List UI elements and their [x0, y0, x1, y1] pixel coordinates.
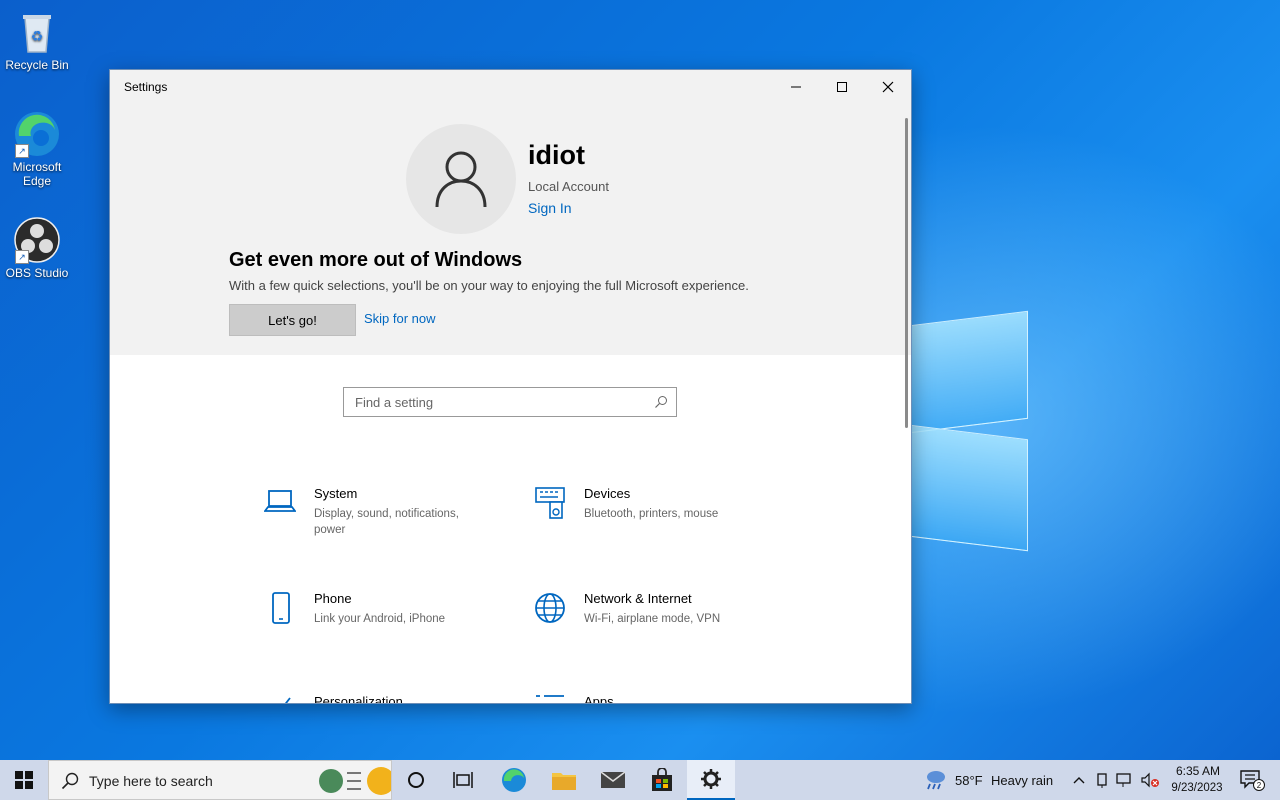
person-icon	[435, 151, 487, 208]
network-icon	[1116, 773, 1131, 787]
cortana-icon	[408, 772, 424, 788]
maximize-button[interactable]	[819, 70, 865, 104]
store-icon	[652, 768, 672, 791]
category-description: Wi-Fi, airplane mode, VPN	[584, 613, 721, 625]
globe-icon	[535, 593, 565, 623]
cortana-button[interactable]	[393, 760, 439, 800]
laptop-icon	[264, 490, 296, 512]
apps-list-icon	[536, 695, 564, 697]
keyboard-speaker-icon	[535, 487, 565, 519]
edge-icon	[502, 768, 526, 792]
phone-icon	[272, 592, 290, 624]
windows-start-icon	[15, 771, 33, 789]
account-type: Local Account	[528, 179, 609, 194]
desktop-icon-obs[interactable]: ↗ OBS Studio	[0, 216, 74, 280]
taskbar-file-explorer-button[interactable]	[540, 760, 588, 800]
desktop-icon-recycle-bin[interactable]: ♻ Recycle Bin	[0, 8, 74, 72]
settings-search-input[interactable]: Find a setting	[343, 387, 677, 417]
scrollbar[interactable]	[905, 118, 908, 428]
chevron-up-icon	[1073, 777, 1085, 784]
user-name: idiot	[528, 140, 585, 170]
category-description: Bluetooth, printers, mouse	[584, 508, 719, 520]
desktop-icon-label: Microsoft Edge	[12, 160, 62, 188]
category-title: Apps	[584, 694, 614, 704]
category-title: Network & Internet	[584, 591, 692, 606]
close-button[interactable]	[865, 70, 911, 104]
volume-muted-icon	[1141, 772, 1159, 788]
search-highlight-icon	[319, 767, 391, 795]
taskbar-edge-button[interactable]	[490, 760, 538, 800]
search-icon	[655, 396, 667, 408]
search-icon	[61, 772, 79, 790]
window-title: Settings	[124, 80, 168, 94]
close-icon	[882, 81, 894, 93]
category-description: Link your Android, iPhone	[314, 613, 446, 625]
recycle-bin-icon: ♻	[13, 8, 61, 56]
avatar[interactable]	[406, 124, 516, 234]
category-title: System	[314, 486, 358, 501]
taskbar: Type here to search 58°F Heavy rain 6:35…	[0, 760, 1280, 800]
minimize-button[interactable]	[773, 70, 819, 104]
skip-for-now-link[interactable]: Skip for now	[364, 311, 436, 326]
usb-device-icon	[1097, 773, 1107, 788]
task-view-icon	[453, 772, 473, 788]
taskbar-store-button[interactable]	[638, 760, 686, 800]
search-placeholder: Find a setting	[355, 395, 434, 410]
taskbar-mail-button[interactable]	[589, 760, 637, 800]
svg-text:♻: ♻	[31, 28, 44, 44]
show-hidden-icons-button[interactable]	[1068, 760, 1090, 800]
category-description: Display, sound, notifications, power	[314, 508, 459, 536]
taskbar-settings-button[interactable]	[687, 760, 735, 800]
promo-title: Get even more out of Windows	[229, 249, 523, 271]
clock-time[interactable]: 6:35 AM	[1170, 764, 1226, 778]
maximize-icon	[837, 82, 847, 92]
task-view-button[interactable]	[439, 760, 487, 800]
minimize-icon	[791, 86, 801, 88]
taskbar-search-placeholder: Type here to search	[89, 773, 213, 789]
tray-device-button[interactable]	[1092, 760, 1112, 800]
rain-cloud-icon	[927, 771, 945, 790]
desktop-icon-edge[interactable]: ↗ Microsoft Edge	[0, 110, 74, 188]
action-center-button[interactable]: 2	[1232, 760, 1272, 800]
obs-studio-icon: ↗	[13, 216, 61, 264]
start-button[interactable]	[0, 760, 48, 800]
tray-volume-button[interactable]	[1138, 760, 1162, 800]
gear-icon	[701, 769, 721, 789]
taskbar-search-box[interactable]: Type here to search	[48, 760, 392, 800]
weather-temperature[interactable]: 58°F	[955, 773, 983, 788]
title-bar[interactable]: Settings	[110, 70, 911, 104]
lets-go-button[interactable]: Let's go!	[229, 304, 356, 336]
category-title: Phone	[314, 591, 352, 606]
promo-description: With a few quick selections, you'll be o…	[229, 278, 749, 293]
weather-condition[interactable]: Heavy rain	[991, 773, 1053, 788]
edge-icon: ↗	[13, 110, 61, 158]
notification-icon: 2	[1240, 770, 1265, 791]
mail-icon	[600, 771, 626, 788]
brush-icon	[284, 697, 291, 703]
sign-in-link[interactable]: Sign In	[528, 200, 572, 216]
category-title: Personalization	[314, 694, 403, 704]
desktop-icon-label: OBS Studio	[5, 266, 69, 280]
tray-network-button[interactable]	[1114, 760, 1136, 800]
category-title: Devices	[584, 486, 631, 501]
account-banner: idiot Local Account Sign In Get even mor…	[110, 104, 911, 355]
clock-date[interactable]: 9/23/2023	[1166, 782, 1228, 794]
weather-button[interactable]	[922, 760, 950, 800]
desktop-icon-label: Recycle Bin	[5, 58, 69, 72]
folder-icon	[552, 773, 576, 790]
settings-window: Settings idiot Local Account Sign In Get…	[109, 69, 912, 704]
notification-count: 2	[1257, 781, 1262, 790]
